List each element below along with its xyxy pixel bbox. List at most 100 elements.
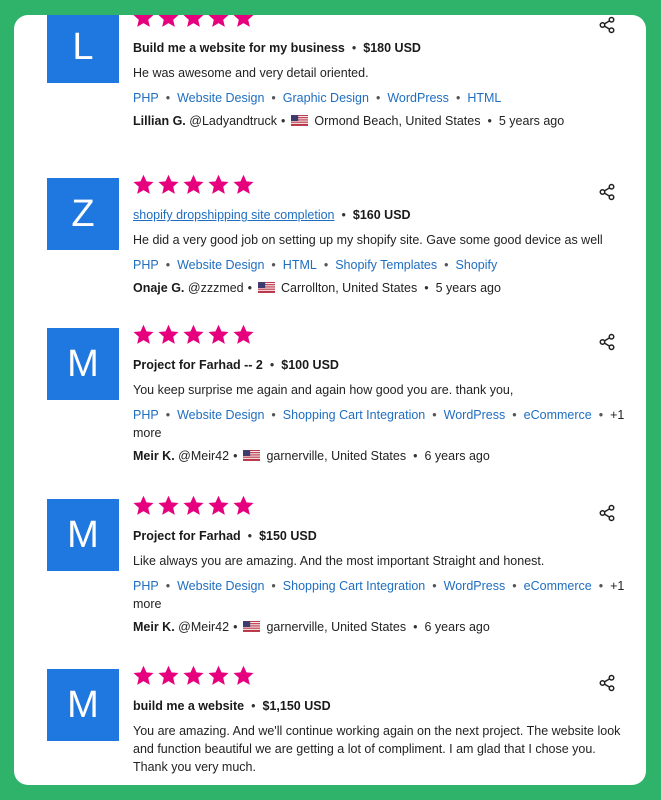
us-flag-icon (258, 280, 276, 293)
share-icon[interactable] (598, 183, 616, 201)
skill-link[interactable]: HTML (467, 91, 501, 105)
us-flag-icon (243, 448, 261, 461)
star-icon (132, 323, 155, 346)
star-icon (182, 173, 205, 196)
reviewer-handle[interactable]: @Meir42 (175, 620, 229, 634)
star-icon (157, 323, 180, 346)
separator: • (455, 91, 461, 105)
star-icon (132, 15, 155, 29)
skill-link[interactable]: Website Design (177, 91, 264, 105)
reviewer-name[interactable]: Meir K. (133, 449, 175, 463)
skills-list: PHP • Website Design • Graphic Design • WordPr… (133, 89, 630, 107)
reviewer-location: Carrollton, United States (281, 281, 418, 295)
review-title-line: Build me a website for my business • $180 … (133, 39, 630, 57)
separator: • (444, 258, 449, 272)
star-icon (132, 494, 155, 517)
separator: • (165, 408, 171, 422)
star-rating (132, 15, 255, 29)
reviewer-location: garnerville, United States (266, 620, 407, 634)
review-title-line: shopify dropshipping site completion • $16… (133, 206, 630, 224)
avatar[interactable]: M (47, 328, 119, 400)
skill-link[interactable]: Shopping Cart Integration (283, 408, 425, 422)
skill-link[interactable]: WordPress (387, 91, 449, 105)
skill-link[interactable]: eCommerce (524, 408, 592, 422)
avatar[interactable]: M (47, 499, 119, 571)
share-icon[interactable] (598, 333, 616, 351)
star-rating (132, 173, 255, 196)
star-icon (207, 15, 230, 29)
reviewer-location: garnerville, United States (266, 449, 407, 463)
skill-link[interactable]: Website Design (177, 579, 264, 593)
skill-link[interactable]: Website Design (177, 408, 264, 422)
skill-link[interactable]: Shopify (456, 258, 498, 272)
review-title-line: Project for Farhad -- 2 • $100 USD (133, 356, 630, 374)
star-icon (182, 664, 205, 687)
reviewer-info: Lillian G. @Ladyandtruck • Ormond Beach, U… (133, 112, 630, 130)
star-rating (132, 664, 255, 687)
reviewer-location: Ormond Beach, United States (314, 114, 481, 128)
review-comment: You are amazing. And we'll continue work… (133, 724, 621, 774)
review-age: 6 years ago (424, 449, 490, 463)
separator: • (351, 41, 357, 55)
star-rating (132, 494, 255, 517)
separator: • (233, 449, 238, 463)
star-icon (182, 323, 205, 346)
separator: • (269, 358, 275, 372)
reviewer-handle[interactable]: @Meir42 (175, 449, 229, 463)
project-title[interactable]: shopify dropshipping site completion (133, 208, 335, 222)
separator: • (512, 579, 517, 593)
skill-link[interactable]: PHP (133, 258, 159, 272)
reviewer-info: Meir K. @Meir42 • garnerville, United Stat… (133, 447, 630, 465)
share-icon[interactable] (598, 674, 616, 692)
separator: • (598, 579, 604, 593)
star-icon (232, 664, 255, 687)
reviews-card: L Build me a website for my business • $180… (14, 15, 646, 785)
star-icon (207, 494, 230, 517)
reviewer-handle[interactable]: @Ladyandtruck (186, 114, 277, 128)
skill-link[interactable]: PHP (133, 408, 159, 422)
review-title-line: build me a website • $1,150 USD (133, 697, 630, 715)
skill-link[interactable]: Graphic Design (283, 91, 369, 105)
skill-link[interactable]: WordPress (444, 579, 506, 593)
star-rating (132, 323, 255, 346)
separator: • (512, 408, 517, 422)
us-flag-icon (243, 619, 261, 632)
share-icon[interactable] (598, 504, 616, 522)
project-price: $160 USD (352, 208, 411, 222)
skill-link[interactable]: PHP (133, 91, 159, 105)
star-icon (232, 15, 255, 29)
star-icon (207, 173, 230, 196)
review-age: 5 years ago (498, 114, 565, 128)
skill-link[interactable]: Website Design (177, 258, 264, 272)
reviewer-info: Meir K. @Meir42 • garnerville, United Stat… (133, 618, 630, 636)
separator: • (424, 281, 429, 295)
skill-link[interactable]: eCommerce (524, 579, 592, 593)
star-icon (182, 15, 205, 29)
reviewer-name[interactable]: Lillian G. (133, 114, 186, 128)
separator: • (165, 579, 171, 593)
avatar[interactable]: L (47, 15, 119, 83)
avatar[interactable]: Z (47, 178, 119, 250)
avatar[interactable]: M (47, 669, 119, 741)
separator: • (323, 258, 329, 272)
skill-link[interactable]: Shopping Cart Integration (283, 579, 425, 593)
separator: • (432, 408, 437, 422)
separator: • (487, 114, 492, 128)
skill-link[interactable]: PHP (133, 579, 159, 593)
skills-list: PHP • Website Design • HTML • Shopify Template… (133, 256, 630, 274)
separator: • (165, 258, 171, 272)
separator: • (165, 91, 171, 105)
skills-list: PHP • Website Design • Shopping Cart Integra… (133, 406, 630, 442)
reviewer-name[interactable]: Meir K. (133, 620, 175, 634)
review-comment: Like always you are amazing. And the mos… (133, 554, 545, 568)
reviewer-name[interactable]: Onaje G. (133, 281, 184, 295)
skills-list: PHP • Website Design • Shopping Cart Integra… (133, 577, 630, 613)
separator: • (271, 579, 276, 593)
skill-link[interactable]: WordPress (444, 408, 506, 422)
skill-link[interactable]: Shopify Templates (335, 258, 437, 272)
reviewer-handle[interactable]: @zzzmed (184, 281, 244, 295)
star-icon (157, 494, 180, 517)
star-icon (207, 323, 230, 346)
skill-link[interactable]: HTML (283, 258, 317, 272)
share-icon[interactable] (598, 16, 616, 34)
